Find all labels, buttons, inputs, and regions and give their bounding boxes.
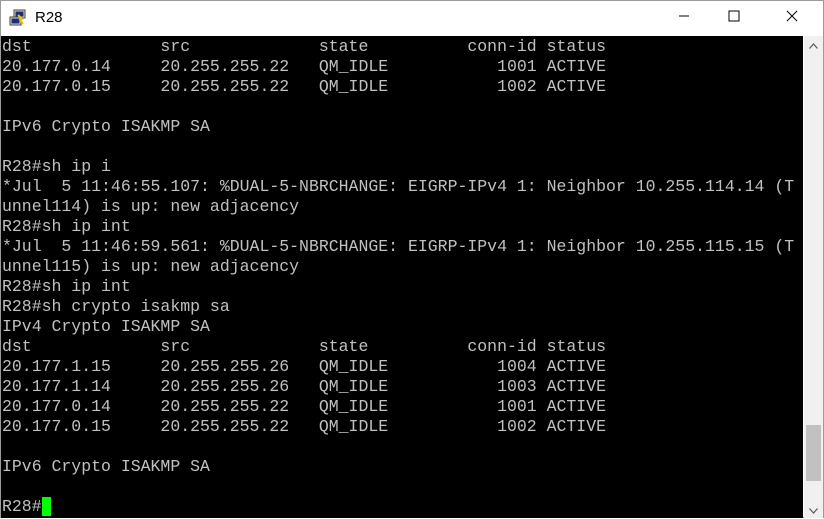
terminal-line: *Jul 5 11:46:55.107: %DUAL-5-NBRCHANGE: …	[2, 177, 795, 196]
maximize-icon	[728, 9, 740, 27]
terminal-line: IPv4 Crypto ISAKMP SA	[2, 317, 210, 336]
terminal-line: dst src state conn-id status	[2, 337, 606, 356]
terminal-line: *Jul 5 11:46:59.561: %DUAL-5-NBRCHANGE: …	[2, 237, 795, 256]
close-icon	[786, 9, 798, 27]
minimize-button[interactable]	[661, 1, 707, 35]
terminal-line: 20.177.0.15 20.255.255.22 QM_IDLE 1002 A…	[2, 77, 606, 96]
window-title: R28	[35, 9, 63, 26]
terminal-line: unnel114) is up: new adjacency	[2, 197, 300, 216]
close-button[interactable]	[769, 1, 815, 35]
command-prompt: R28#	[2, 497, 42, 516]
maximize-button[interactable]	[711, 1, 757, 35]
terminal-line: IPv6 Crypto ISAKMP SA	[2, 457, 210, 476]
prompt-line[interactable]: R28#	[2, 497, 794, 517]
chevron-down-icon	[809, 501, 818, 519]
terminal-line: IPv6 Crypto ISAKMP SA	[2, 117, 210, 136]
text-cursor	[41, 497, 51, 516]
vertical-scrollbar[interactable]	[804, 36, 823, 518]
chevron-up-icon	[809, 36, 818, 54]
terminal-line: dst src state conn-id status	[2, 37, 606, 56]
terminal-output[interactable]: dst src state conn-id status 20.177.0.14 …	[1, 36, 803, 518]
terminal-line: R28#sh crypto isakmp sa	[2, 297, 230, 316]
scrollbar-thumb[interactable]	[806, 425, 821, 481]
terminal-line: 20.177.0.14 20.255.255.22 QM_IDLE 1001 A…	[2, 397, 606, 416]
terminal-lines: dst src state conn-id status 20.177.0.14 …	[2, 37, 794, 517]
minimize-icon	[678, 9, 690, 27]
scroll-down-button[interactable]	[804, 501, 823, 518]
terminal-line: R28#sh ip int	[2, 277, 131, 296]
scroll-up-button[interactable]	[804, 36, 823, 53]
title-bar[interactable]: R28	[1, 1, 823, 35]
terminal-line: R28#sh ip int	[2, 217, 131, 236]
putty-icon[interactable]	[9, 9, 27, 27]
terminal-line: unnel115) is up: new adjacency	[2, 257, 300, 276]
terminal-line: 20.177.1.14 20.255.255.26 QM_IDLE 1003 A…	[2, 377, 606, 396]
terminal-line: R28#sh ip i	[2, 157, 111, 176]
terminal-line: 20.177.0.14 20.255.255.22 QM_IDLE 1001 A…	[2, 57, 606, 76]
terminal-line: 20.177.0.15 20.255.255.22 QM_IDLE 1002 A…	[2, 417, 606, 436]
terminal-line: 20.177.1.15 20.255.255.26 QM_IDLE 1004 A…	[2, 357, 606, 376]
terminal-window: R28 dst src state conn-id status 20.177.0…	[0, 0, 824, 518]
